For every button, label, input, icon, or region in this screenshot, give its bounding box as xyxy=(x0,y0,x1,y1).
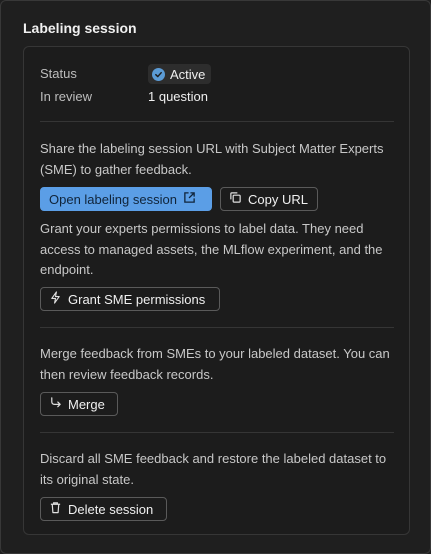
grant-description: Grant your experts permissions to label … xyxy=(40,221,383,277)
labeling-session-card: Status Active In review 1 question Share… xyxy=(23,46,410,535)
merge-label: Merge xyxy=(68,396,105,412)
share-description: Share the labeling session URL with Subj… xyxy=(40,141,384,177)
open-labeling-session-label: Open labeling session xyxy=(49,191,177,207)
panel-title: Labeling session xyxy=(23,20,137,36)
in-review-label: In review xyxy=(40,89,93,104)
check-circle-icon xyxy=(152,67,165,81)
divider xyxy=(40,432,394,433)
delete-session-label: Delete session xyxy=(68,501,154,517)
delete-session-button[interactable]: Delete session xyxy=(40,497,167,521)
copy-url-label: Copy URL xyxy=(248,191,308,207)
status-value: Active xyxy=(170,66,206,82)
discard-description: Discard all SME feedback and restore the… xyxy=(40,451,387,487)
divider xyxy=(40,327,394,328)
in-review-value: 1 question xyxy=(148,89,208,104)
merge-arrow-icon xyxy=(49,396,62,412)
trash-icon xyxy=(49,501,62,517)
lightning-icon xyxy=(49,291,62,307)
status-badge: Active xyxy=(148,64,212,84)
grant-sme-permissions-label: Grant SME permissions xyxy=(68,291,206,307)
open-labeling-session-button[interactable]: Open labeling session xyxy=(40,187,212,211)
merge-description: Merge feedback from SMEs to your labeled… xyxy=(40,346,390,382)
copy-url-button[interactable]: Copy URL xyxy=(220,187,318,211)
panel-container: Labeling session Status Active In review… xyxy=(0,0,431,554)
status-label: Status xyxy=(40,66,77,81)
copy-icon xyxy=(229,191,242,207)
grant-sme-permissions-button[interactable]: Grant SME permissions xyxy=(40,287,220,311)
divider xyxy=(40,121,394,122)
external-link-icon xyxy=(183,191,196,207)
merge-button[interactable]: Merge xyxy=(40,392,118,416)
